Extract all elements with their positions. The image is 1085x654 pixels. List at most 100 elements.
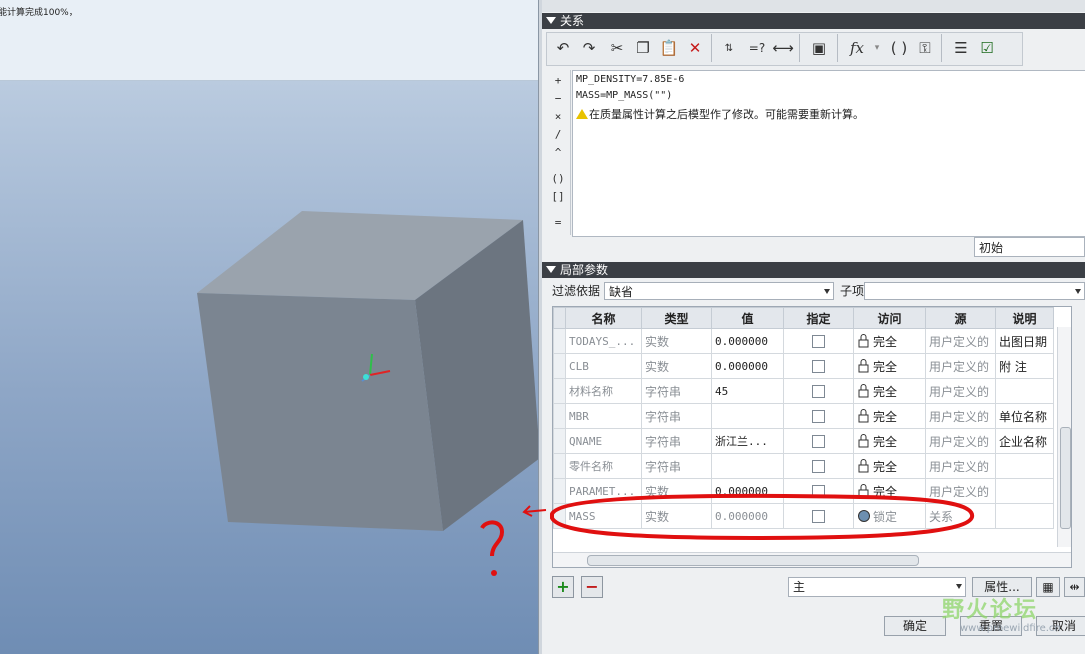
param-type-cell[interactable]: 字符串 <box>641 428 712 454</box>
designate-checkbox[interactable] <box>812 410 825 423</box>
remove-parameter-button[interactable]: − <box>581 576 603 598</box>
equals-operator-button[interactable]: = <box>546 214 570 232</box>
local-params-header[interactable]: 局部参数 <box>542 262 1085 278</box>
table-row[interactable]: PARAMET... 实数 0.000000 完全 用户定义的 <box>553 478 1054 504</box>
param-value-cell[interactable]: 45 <box>711 378 784 404</box>
vertical-scrollbar[interactable] <box>1057 327 1071 547</box>
dimension-icon[interactable]: ⟷ <box>771 36 795 60</box>
table-view-icon[interactable]: ▦ <box>1036 577 1060 597</box>
table-row[interactable]: QNAME 字符串 浙江兰... 完全 用户定义的 企业名称 <box>553 428 1054 454</box>
designate-checkbox[interactable] <box>812 510 825 523</box>
designate-cell[interactable] <box>783 503 854 529</box>
param-name-cell[interactable]: 材料名称 <box>565 378 642 404</box>
access-cell[interactable]: 完全 <box>853 478 926 504</box>
param-name-cell[interactable]: 零件名称 <box>565 453 642 479</box>
param-type-cell[interactable]: 实数 <box>641 478 712 504</box>
table-row[interactable]: TODAYS_... 实数 0.000000 完全 用户定义的 出图日期 <box>553 328 1054 354</box>
vertical-scroll-thumb[interactable] <box>1060 427 1071 529</box>
power-operator-button[interactable]: ^ <box>546 144 570 162</box>
cube-model[interactable] <box>0 0 538 654</box>
param-type-cell[interactable]: 实数 <box>641 353 712 379</box>
param-name-cell[interactable]: TODAYS_... <box>565 328 642 354</box>
access-cell[interactable]: 完全 <box>853 328 926 354</box>
divide-operator-button[interactable]: / <box>546 126 570 144</box>
param-name-cell[interactable]: CLB <box>565 353 642 379</box>
source-cell[interactable]: 用户定义的 <box>925 378 996 404</box>
param-value-cell[interactable]: 0.000000 <box>711 328 784 354</box>
row-header[interactable] <box>553 478 566 504</box>
horizontal-scrollbar[interactable] <box>553 552 1071 567</box>
description-cell[interactable]: 单位名称 <box>995 403 1054 429</box>
access-cell[interactable]: 完全 <box>853 353 926 379</box>
source-cell[interactable]: 关系 <box>925 503 996 529</box>
table-row[interactable]: CLB 实数 0.000000 完全 用户定义的附 注 <box>553 353 1054 379</box>
column-header[interactable]: 说明 <box>995 307 1054 329</box>
param-value-cell[interactable]: 浙江兰... <box>711 428 784 454</box>
child-select[interactable] <box>864 282 1085 300</box>
copy-icon[interactable]: ❐ <box>631 36 655 60</box>
horizontal-scroll-thumb[interactable] <box>587 555 919 566</box>
row-header[interactable] <box>553 328 566 354</box>
ok-button[interactable]: 确定 <box>884 616 946 636</box>
column-header[interactable]: 名称 <box>565 307 642 329</box>
designate-checkbox[interactable] <box>812 360 825 373</box>
parentheses-operator-button[interactable]: () <box>546 170 570 188</box>
description-cell[interactable] <box>995 503 1054 529</box>
designate-cell[interactable] <box>783 403 854 429</box>
param-value-cell[interactable] <box>711 453 784 479</box>
redo-icon[interactable]: ↷ <box>577 36 601 60</box>
relations-editor[interactable]: MP_DENSITY=7.85E-6 MASS=MP_MASS("") 在质量属… <box>572 70 1085 237</box>
param-type-cell[interactable]: 字符串 <box>641 378 712 404</box>
paste-icon[interactable]: 📋 <box>657 36 681 60</box>
designate-checkbox[interactable] <box>812 335 825 348</box>
param-name-cell[interactable]: PARAMET... <box>565 478 642 504</box>
column-header[interactable]: 类型 <box>641 307 712 329</box>
access-cell[interactable]: 完全 <box>853 453 926 479</box>
access-cell[interactable]: 完全 <box>853 403 926 429</box>
designate-checkbox[interactable] <box>812 435 825 448</box>
table-icon[interactable]: ☰ <box>949 36 973 60</box>
description-cell[interactable] <box>995 453 1054 479</box>
param-value-cell[interactable]: 0.000000 <box>711 478 784 504</box>
source-cell[interactable]: 用户定义的 <box>925 353 996 379</box>
designate-checkbox[interactable] <box>812 485 825 498</box>
row-header[interactable] <box>553 428 566 454</box>
description-cell[interactable] <box>995 478 1054 504</box>
param-name-cell[interactable]: QNAME <box>565 428 642 454</box>
description-cell[interactable]: 附 注 <box>995 353 1054 379</box>
param-value-cell[interactable]: 0.000000 <box>711 503 784 529</box>
filter-select[interactable]: 缺省 <box>604 282 834 300</box>
minus-operator-button[interactable]: − <box>546 90 570 108</box>
row-header[interactable] <box>553 453 566 479</box>
access-cell[interactable]: 锁定 <box>853 503 926 529</box>
designate-checkbox[interactable] <box>812 460 825 473</box>
column-header[interactable]: 指定 <box>783 307 854 329</box>
initial-combo[interactable]: 初始 <box>974 237 1085 257</box>
designate-cell[interactable] <box>783 353 854 379</box>
source-cell[interactable]: 用户定义的 <box>925 453 996 479</box>
add-parameter-button[interactable]: + <box>552 576 574 598</box>
table-row[interactable]: MBR 字符串 完全 用户定义的 单位名称 <box>553 403 1054 429</box>
description-cell[interactable] <box>995 378 1054 404</box>
sort-relations-icon[interactable]: ⇅ <box>717 36 741 60</box>
brackets-icon[interactable]: ( ) <box>887 36 911 60</box>
verify-icon[interactable]: ▣ <box>807 36 831 60</box>
table-row[interactable]: MASS 实数 0.000000 锁定 关系 <box>553 503 1054 529</box>
param-type-cell[interactable]: 字符串 <box>641 453 712 479</box>
columns-icon[interactable]: ⇹ <box>1064 577 1085 597</box>
undo-icon[interactable]: ↶ <box>551 36 575 60</box>
collapse-triangle-icon[interactable] <box>546 17 556 24</box>
designate-cell[interactable] <box>783 378 854 404</box>
source-cell[interactable]: 用户定义的 <box>925 428 996 454</box>
evaluate-icon[interactable]: =? <box>745 36 769 60</box>
description-cell[interactable]: 出图日期 <box>995 328 1054 354</box>
check-icon[interactable]: ☑ <box>975 36 999 60</box>
column-header[interactable]: 源 <box>925 307 996 329</box>
designate-cell[interactable] <box>783 428 854 454</box>
table-row[interactable]: 零件名称 字符串 完全 用户定义的 <box>553 453 1054 479</box>
function-dropdown-icon[interactable]: ▾ <box>865 36 889 60</box>
column-header[interactable]: 访问 <box>853 307 926 329</box>
collapse-triangle-icon[interactable] <box>546 266 556 273</box>
scope-select[interactable]: 主 <box>788 577 966 597</box>
param-name-cell[interactable]: MASS <box>565 503 642 529</box>
